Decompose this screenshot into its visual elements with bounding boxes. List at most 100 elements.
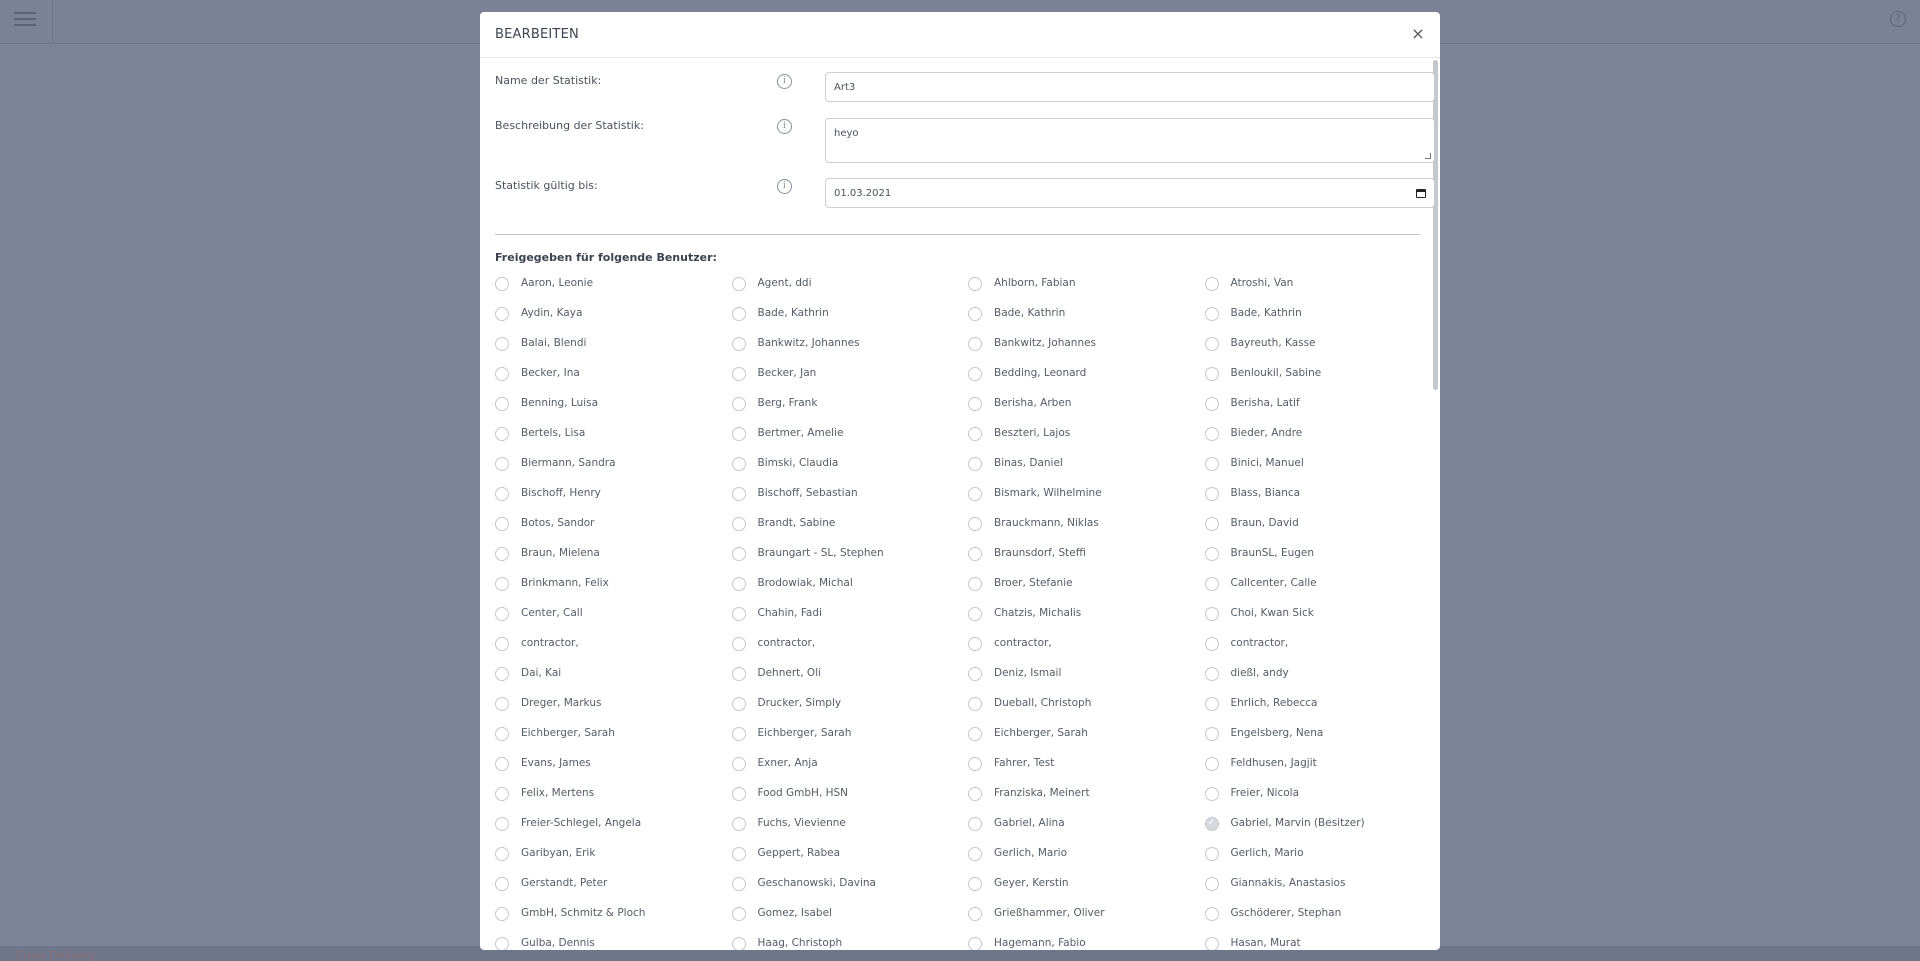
user-radio[interactable]: [731, 937, 746, 950]
user-radio[interactable]: [1204, 517, 1219, 531]
user-option[interactable]: Bade, Kathrin: [731, 298, 969, 328]
user-option[interactable]: Geyer, Kerstin: [968, 868, 1205, 898]
user-option[interactable]: Drucker, Simply: [731, 688, 969, 718]
user-radio[interactable]: [731, 337, 746, 351]
user-radio[interactable]: [1204, 937, 1219, 950]
user-radio[interactable]: [968, 547, 982, 561]
user-radio[interactable]: [968, 937, 982, 950]
name-input[interactable]: Art3: [825, 72, 1435, 102]
user-radio[interactable]: [968, 727, 982, 741]
user-radio[interactable]: [968, 367, 982, 381]
user-radio[interactable]: [968, 307, 982, 321]
user-radio[interactable]: [731, 517, 746, 531]
user-option[interactable]: Grießhammer, Oliver: [968, 898, 1205, 928]
user-radio[interactable]: [495, 487, 509, 501]
user-radio[interactable]: [731, 877, 746, 891]
user-option[interactable]: Aaron, Leonie: [495, 268, 732, 298]
user-radio[interactable]: [495, 787, 509, 801]
user-option[interactable]: Callcenter, Calle: [1204, 568, 1441, 598]
user-radio-checked[interactable]: [1204, 817, 1219, 831]
user-radio[interactable]: [495, 907, 509, 921]
user-option[interactable]: Engelsberg, Nena: [1204, 718, 1441, 748]
user-option[interactable]: Binas, Daniel: [968, 448, 1205, 478]
user-radio[interactable]: [968, 757, 982, 771]
user-option[interactable]: Bedding, Leonard: [968, 358, 1205, 388]
user-radio[interactable]: [1204, 367, 1219, 381]
user-radio[interactable]: [1204, 727, 1219, 741]
user-option[interactable]: Bankwitz, Johannes: [968, 328, 1205, 358]
user-option[interactable]: Franziska, Meinert: [968, 778, 1205, 808]
user-radio[interactable]: [731, 397, 746, 411]
user-radio[interactable]: [731, 667, 746, 681]
user-radio[interactable]: [731, 307, 746, 321]
user-option[interactable]: Bayreuth, Kasse: [1204, 328, 1441, 358]
user-option[interactable]: Choi, Kwan Sick: [1204, 598, 1441, 628]
user-option[interactable]: Biermann, Sandra: [495, 448, 732, 478]
user-radio[interactable]: [495, 547, 509, 561]
user-option[interactable]: Berisha, Arben: [968, 388, 1205, 418]
user-radio[interactable]: [731, 637, 746, 651]
user-option[interactable]: Chahin, Fadi: [731, 598, 969, 628]
user-radio[interactable]: [968, 577, 982, 591]
user-option[interactable]: Exner, Anja: [731, 748, 969, 778]
user-radio[interactable]: [968, 337, 982, 351]
user-option[interactable]: Gomez, Isabel: [731, 898, 969, 928]
user-option[interactable]: Botos, Sandor: [495, 508, 732, 538]
user-radio[interactable]: [968, 907, 982, 921]
user-option[interactable]: Atroshi, Van: [1204, 268, 1441, 298]
user-option[interactable]: Felix, Mertens: [495, 778, 732, 808]
user-option[interactable]: Eichberger, Sarah: [731, 718, 969, 748]
user-option[interactable]: Giannakis, Anastasios: [1204, 868, 1441, 898]
user-option[interactable]: Bankwitz, Johannes: [731, 328, 969, 358]
user-option[interactable]: Binici, Manuel: [1204, 448, 1441, 478]
user-radio[interactable]: [1204, 547, 1219, 561]
user-radio[interactable]: [495, 337, 509, 351]
user-radio[interactable]: [495, 277, 509, 291]
user-option[interactable]: Chatzis, Michalis: [968, 598, 1205, 628]
user-option[interactable]: Blass, Bianca: [1204, 478, 1441, 508]
user-option[interactable]: Becker, Jan: [731, 358, 969, 388]
user-radio[interactable]: [495, 637, 509, 651]
user-option[interactable]: Gerlich, Mario: [968, 838, 1205, 868]
user-radio[interactable]: [731, 757, 746, 771]
user-radio[interactable]: [495, 517, 509, 531]
user-radio[interactable]: [731, 547, 746, 561]
user-radio[interactable]: [968, 487, 982, 501]
user-option[interactable]: contractor,: [1204, 628, 1441, 658]
user-radio[interactable]: [731, 847, 746, 861]
user-radio[interactable]: [1204, 757, 1219, 771]
user-option[interactable]: Dehnert, Oli: [731, 658, 969, 688]
close-icon[interactable]: ×: [1408, 24, 1428, 44]
user-radio[interactable]: [495, 937, 509, 950]
user-option[interactable]: BraunSL, Eugen: [1204, 538, 1441, 568]
user-option[interactable]: Dreger, Markus: [495, 688, 732, 718]
user-radio[interactable]: [495, 817, 509, 831]
user-option[interactable]: Braungart - SL, Stephen: [731, 538, 969, 568]
user-option[interactable]: Berg, Frank: [731, 388, 969, 418]
user-radio[interactable]: [495, 397, 509, 411]
user-option[interactable]: Bade, Kathrin: [968, 298, 1205, 328]
user-option[interactable]: Benloukil, Sabine: [1204, 358, 1441, 388]
user-option[interactable]: Brandt, Sabine: [731, 508, 969, 538]
user-radio[interactable]: [495, 727, 509, 741]
user-radio[interactable]: [731, 487, 746, 501]
user-option[interactable]: Agent, ddi: [731, 268, 969, 298]
user-option[interactable]: Braun, David: [1204, 508, 1441, 538]
user-radio[interactable]: [1204, 787, 1219, 801]
user-option[interactable]: Geschanowski, Davina: [731, 868, 969, 898]
user-option[interactable]: Gschöderer, Stephan: [1204, 898, 1441, 928]
user-radio[interactable]: [731, 367, 746, 381]
user-radio[interactable]: [968, 517, 982, 531]
user-option[interactable]: Braun, Mielena: [495, 538, 732, 568]
user-option[interactable]: contractor,: [731, 628, 969, 658]
user-option[interactable]: Haag, Christoph: [731, 928, 969, 950]
user-option[interactable]: Becker, Ina: [495, 358, 732, 388]
user-radio[interactable]: [1204, 457, 1219, 471]
user-radio[interactable]: [495, 577, 509, 591]
user-option[interactable]: GmbH, Schmitz & Ploch: [495, 898, 732, 928]
user-option[interactable]: Brauckmann, Niklas: [968, 508, 1205, 538]
user-radio[interactable]: [495, 427, 509, 441]
user-option[interactable]: Benning, Luisa: [495, 388, 732, 418]
user-option[interactable]: Gerlich, Mario: [1204, 838, 1441, 868]
user-radio[interactable]: [495, 307, 509, 321]
